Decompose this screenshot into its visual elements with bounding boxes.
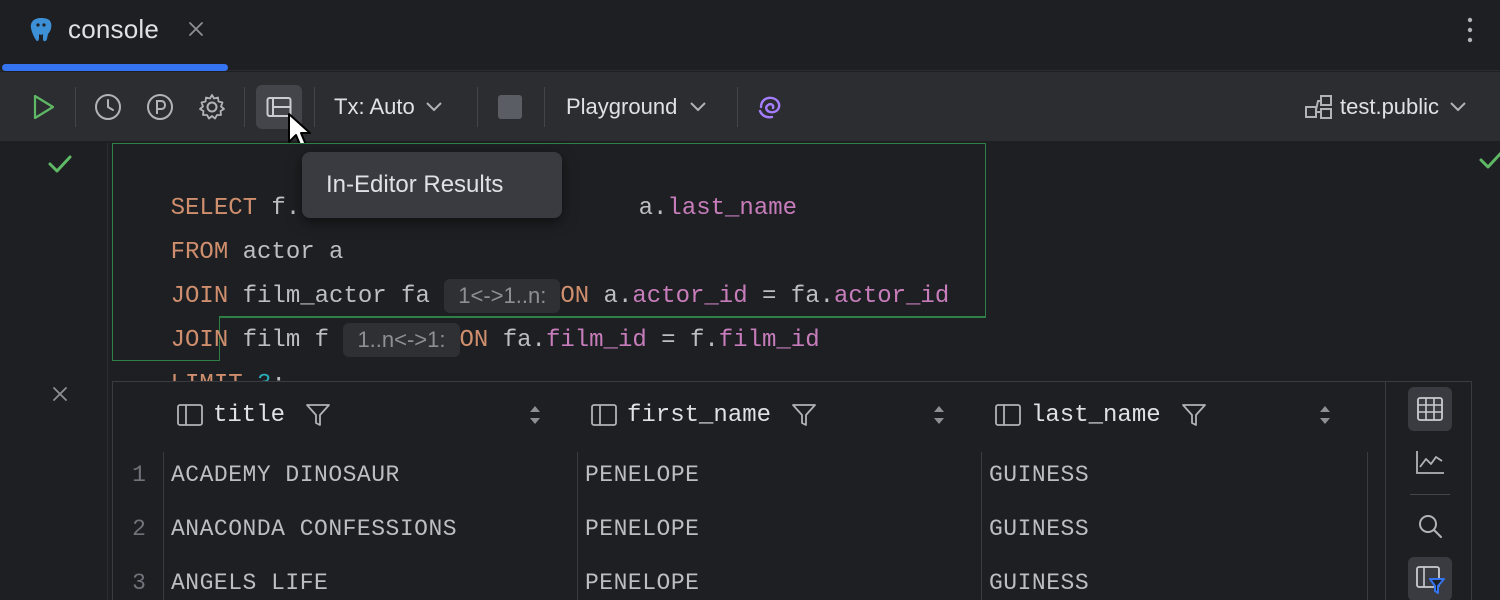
cardinality-inlay-hint[interactable]: 1..n<->1: bbox=[343, 322, 460, 357]
active-tab-indicator bbox=[2, 64, 228, 71]
column-icon bbox=[995, 404, 1021, 426]
stop-icon bbox=[498, 95, 522, 119]
column-header-label: first_name bbox=[627, 401, 772, 429]
column-header-first-name[interactable]: first_name bbox=[589, 396, 969, 434]
table-cell[interactable]: PENELOPE bbox=[585, 462, 699, 488]
execute-button[interactable] bbox=[26, 90, 60, 124]
stop-button[interactable] bbox=[495, 90, 525, 124]
results-side-toolbar bbox=[1385, 382, 1473, 600]
transaction-mode-dropdown[interactable]: Tx: Auto bbox=[334, 90, 460, 124]
toolbar-separator bbox=[477, 87, 478, 127]
close-results-icon[interactable] bbox=[50, 384, 70, 404]
table-view-button[interactable] bbox=[1408, 387, 1452, 431]
table-cell[interactable]: PENELOPE bbox=[585, 570, 699, 596]
row-number: 3 bbox=[132, 570, 146, 596]
toolbar-separator bbox=[737, 87, 738, 127]
code-text: a. bbox=[638, 195, 668, 222]
tooltip-text: In-Editor Results bbox=[326, 171, 504, 198]
schema-label: test.public bbox=[1340, 94, 1440, 119]
chevron-down-icon bbox=[426, 102, 442, 112]
filter-view-button[interactable] bbox=[1408, 557, 1452, 600]
row-number: 1 bbox=[132, 462, 146, 488]
code-line: LIMIT 3; bbox=[113, 319, 286, 398]
column-icon bbox=[177, 404, 203, 426]
table-row[interactable]: 2 ANACONDA CONFESSIONS PENELOPE GUINESS bbox=[113, 514, 1383, 548]
search-button[interactable] bbox=[1408, 504, 1452, 548]
search-icon bbox=[1419, 515, 1442, 538]
table-cell[interactable]: ACADEMY DINOSAUR bbox=[171, 462, 400, 488]
column-header-label: last_name bbox=[1031, 401, 1161, 429]
editor-tab-bar: console bbox=[0, 0, 1500, 71]
toolbar-separator bbox=[544, 87, 545, 127]
toolbar-separator bbox=[75, 87, 76, 127]
schema-icon bbox=[1305, 95, 1332, 119]
tab-title: console bbox=[68, 14, 160, 44]
code-text: fa. bbox=[488, 327, 546, 354]
sort-icon[interactable] bbox=[931, 403, 947, 427]
table-cell[interactable]: PENELOPE bbox=[585, 516, 699, 542]
filter-icon[interactable] bbox=[305, 402, 331, 428]
table-cell[interactable]: ANGELS LIFE bbox=[171, 570, 328, 596]
ai-assistant-button[interactable] bbox=[754, 90, 786, 124]
column-ref: last_name bbox=[667, 195, 798, 222]
console-toolbar: Tx: Auto Playground test.public bbox=[0, 72, 1500, 148]
postgresql-icon bbox=[30, 18, 52, 42]
run-icon bbox=[33, 94, 55, 120]
column-ref: actor_id bbox=[834, 283, 950, 310]
table-row[interactable]: 1 ACADEMY DINOSAUR PENELOPE GUINESS bbox=[113, 460, 1383, 494]
in-editor-results-grid: title first_name last_name 1 ACADEMY DIN… bbox=[112, 381, 1472, 600]
parameters-button[interactable] bbox=[144, 90, 176, 124]
filter-icon[interactable] bbox=[791, 402, 817, 428]
chart-view-button[interactable] bbox=[1408, 440, 1452, 484]
schema-selector[interactable]: test.public bbox=[1304, 90, 1484, 124]
column-ref: film_id bbox=[718, 327, 820, 354]
toolbar-separator bbox=[314, 87, 315, 127]
code-line: JOIN film f 1..n<->1: ON fa.film_id = f.f… bbox=[113, 275, 820, 357]
code-text: = f. bbox=[646, 327, 719, 354]
column-header-last-name[interactable]: last_name bbox=[993, 396, 1373, 434]
column-icon bbox=[591, 404, 617, 426]
filter-icon[interactable] bbox=[1181, 402, 1207, 428]
success-check-icon bbox=[48, 155, 72, 173]
inspection-ok-icon bbox=[1479, 151, 1500, 169]
table-cell[interactable]: ANACONDA CONFESSIONS bbox=[171, 516, 457, 542]
playground-dropdown[interactable]: Playground bbox=[566, 90, 722, 124]
toolbar-separator bbox=[244, 87, 245, 127]
more-options-icon[interactable] bbox=[1458, 14, 1482, 46]
tooltip: In-Editor Results bbox=[302, 152, 562, 218]
ai-assistant-icon bbox=[758, 96, 781, 119]
sort-icon[interactable] bbox=[527, 403, 543, 427]
table-cell[interactable]: GUINESS bbox=[989, 570, 1089, 596]
column-header-label: title bbox=[213, 401, 286, 429]
editor-gutter bbox=[0, 143, 108, 600]
table-filter-icon bbox=[1416, 566, 1445, 594]
column-header-title[interactable]: title bbox=[175, 396, 555, 434]
settings-button[interactable] bbox=[195, 90, 229, 124]
row-number: 2 bbox=[132, 516, 146, 542]
playground-label: Playground bbox=[566, 94, 678, 119]
clock-icon bbox=[95, 94, 121, 120]
transaction-mode-label: Tx: Auto bbox=[334, 94, 415, 119]
tab-console[interactable]: console bbox=[0, 0, 228, 71]
table-cell[interactable]: GUINESS bbox=[989, 462, 1089, 488]
parameter-icon bbox=[147, 94, 173, 120]
column-ref: film_id bbox=[545, 327, 647, 354]
toolbar-separator bbox=[1410, 494, 1450, 495]
table-cell[interactable]: GUINESS bbox=[989, 516, 1089, 542]
chart-icon bbox=[1416, 451, 1444, 474]
table-row[interactable]: 3 ANGELS LIFE PENELOPE GUINESS bbox=[113, 568, 1383, 600]
chevron-down-icon bbox=[1450, 102, 1466, 112]
sort-icon[interactable] bbox=[1317, 403, 1333, 427]
gear-icon bbox=[199, 94, 225, 120]
code-line: JOIN film_actor fa 1<->1..n: ON a.actor_i… bbox=[113, 231, 949, 313]
code-line-tail: a.last_name bbox=[581, 143, 797, 222]
sql-keyword: ON bbox=[459, 327, 489, 354]
history-button[interactable] bbox=[92, 90, 124, 124]
close-icon[interactable] bbox=[185, 18, 207, 40]
table-icon bbox=[1417, 397, 1443, 421]
chevron-down-icon bbox=[690, 102, 707, 112]
